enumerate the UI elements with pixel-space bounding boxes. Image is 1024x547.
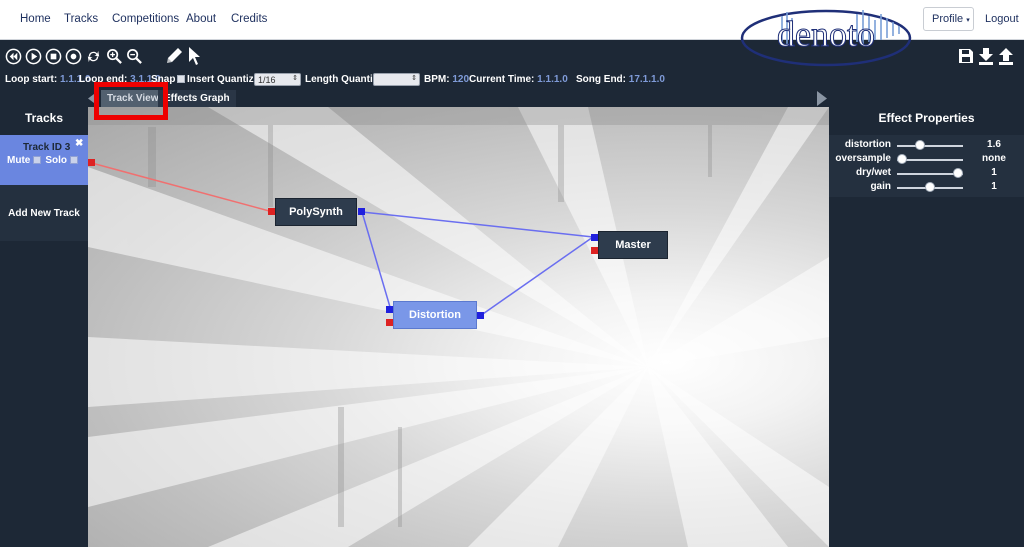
bpm-readout: BPM: 120 bbox=[424, 74, 469, 85]
param-value: none bbox=[982, 153, 1006, 164]
solo-checkbox[interactable] bbox=[70, 156, 79, 164]
insert-quantize-label: Insert Quantize: bbox=[187, 74, 263, 85]
polysynth-output-port[interactable] bbox=[358, 208, 365, 215]
profile-label: Profile bbox=[932, 13, 964, 25]
track-name: Track ID 3 bbox=[23, 142, 71, 153]
param-slider-knob[interactable] bbox=[925, 182, 935, 192]
master-control-port[interactable] bbox=[591, 247, 598, 254]
mute-label: Mute bbox=[7, 155, 31, 166]
param-value: 1 bbox=[991, 181, 997, 192]
solo-label: Solo bbox=[45, 155, 68, 166]
bpm-label: BPM: bbox=[424, 74, 450, 85]
nav-credits-link[interactable]: Credits bbox=[231, 13, 267, 25]
nav-home-link[interactable]: Home bbox=[20, 13, 51, 25]
loop-end-label: Loop end: bbox=[79, 74, 128, 85]
download-icon[interactable] bbox=[978, 47, 994, 65]
view-tab-strip: Track View Effects Graph bbox=[88, 90, 829, 107]
effects-graph-canvas[interactable]: PolySynth Distortion Master bbox=[88, 107, 829, 547]
song-end-label: Song End: bbox=[576, 74, 626, 85]
graph-node-master[interactable]: Master bbox=[598, 231, 668, 259]
distortion-control-port[interactable] bbox=[386, 319, 393, 326]
insert-quantize-select[interactable]: 1/16 ⇕ bbox=[254, 73, 301, 86]
caret-down-icon: ▾ bbox=[966, 17, 970, 24]
tracks-panel: Tracks Track ID 3 ✖ Mute Solo Add New Tra… bbox=[0, 107, 88, 547]
param-row-oversample: oversample none bbox=[829, 153, 1024, 167]
loop-icon[interactable] bbox=[85, 48, 102, 65]
play-icon[interactable] bbox=[25, 48, 42, 65]
effect-properties-panel: Effect Properties distortion 1.6 oversam… bbox=[829, 91, 1024, 547]
pencil-icon[interactable] bbox=[164, 46, 184, 66]
param-name: gain bbox=[870, 181, 891, 192]
zoom-out-icon[interactable] bbox=[126, 48, 143, 65]
save-icon[interactable] bbox=[958, 47, 974, 65]
param-name: distortion bbox=[844, 139, 891, 150]
graph-node-polysynth[interactable]: PolySynth bbox=[275, 198, 357, 226]
select-arrows-icon: ⇕ bbox=[411, 75, 417, 82]
tab-track-view[interactable]: Track View bbox=[101, 90, 165, 107]
logout-link[interactable]: Logout bbox=[985, 13, 1019, 25]
param-row-distortion: distortion 1.6 bbox=[829, 139, 1024, 153]
param-row-gain: gain 1 bbox=[829, 181, 1024, 195]
polysynth-input-port[interactable] bbox=[268, 208, 275, 215]
upload-icon[interactable] bbox=[998, 47, 1014, 65]
loop-start-label: Loop start: bbox=[5, 74, 58, 85]
effect-properties-list: distortion 1.6 oversample none dry/wet 1… bbox=[829, 135, 1024, 197]
loop-start-readout: Loop start: 1.1.1.0 bbox=[5, 74, 91, 85]
snap-control: Snap bbox=[151, 74, 186, 85]
tab-scroll-right-icon[interactable] bbox=[817, 91, 827, 106]
nav-tracks-link[interactable]: Tracks bbox=[64, 13, 98, 25]
insert-quantize-value: 1/16 bbox=[258, 75, 276, 85]
tracks-panel-title: Tracks bbox=[24, 111, 64, 125]
song-end-readout: Song End: 17.1.1.0 bbox=[576, 74, 665, 85]
nav-competitions-link[interactable]: Competitions bbox=[112, 13, 179, 25]
close-icon[interactable]: ✖ bbox=[75, 138, 83, 149]
add-new-track-button[interactable]: Add New Track bbox=[0, 185, 88, 241]
pointer-icon[interactable] bbox=[187, 46, 201, 66]
tab-effects-graph[interactable]: Effects Graph bbox=[158, 90, 236, 107]
track-item[interactable]: Track ID 3 ✖ Mute Solo bbox=[0, 135, 88, 185]
track-mute-solo: Mute Solo bbox=[7, 155, 82, 166]
tab-scroll-left-icon[interactable] bbox=[88, 91, 98, 106]
param-slider-knob[interactable] bbox=[897, 154, 907, 164]
current-time-value: 1.1.1.0 bbox=[537, 74, 568, 85]
select-arrows-icon: ⇕ bbox=[292, 75, 298, 82]
logo-text: denoto bbox=[777, 14, 875, 54]
stop-icon[interactable] bbox=[45, 48, 62, 65]
param-name: dry/wet bbox=[855, 167, 891, 178]
track-output-port[interactable] bbox=[88, 159, 95, 166]
param-slider-knob[interactable] bbox=[915, 140, 926, 150]
distortion-input-port[interactable] bbox=[386, 306, 393, 313]
zoom-in-icon[interactable] bbox=[106, 48, 123, 65]
graph-node-distortion[interactable]: Distortion bbox=[393, 301, 477, 329]
profile-dropdown-button[interactable]: Profile ▾ bbox=[923, 7, 974, 31]
param-value: 1.6 bbox=[987, 139, 1001, 150]
effect-properties-title: Effect Properties bbox=[878, 111, 975, 125]
mute-checkbox[interactable] bbox=[33, 156, 42, 164]
snap-checkbox[interactable] bbox=[177, 75, 186, 83]
current-time-readout: Current Time: 1.1.1.0 bbox=[469, 74, 568, 85]
transport-status-row: Loop start: 1.1.1.0 Loop end: 3.1.1.0 Sn… bbox=[0, 73, 760, 88]
param-value: 1 bbox=[991, 167, 997, 178]
song-end-value[interactable]: 17.1.1.0 bbox=[629, 74, 665, 85]
rewind-icon[interactable] bbox=[5, 48, 22, 65]
snap-label: Snap bbox=[151, 74, 176, 85]
distortion-output-port[interactable] bbox=[477, 312, 484, 319]
param-row-dry-wet: dry/wet 1 bbox=[829, 167, 1024, 181]
param-name: oversample bbox=[835, 153, 891, 164]
loop-end-readout: Loop end: 3.1.1.0 bbox=[79, 74, 161, 85]
record-icon[interactable] bbox=[65, 48, 82, 65]
bpm-value[interactable]: 120 bbox=[452, 74, 469, 85]
denoto-logo[interactable]: denoto bbox=[736, 2, 916, 70]
master-input-port[interactable] bbox=[591, 234, 598, 241]
current-time-label: Current Time: bbox=[469, 74, 535, 85]
param-slider-knob[interactable] bbox=[953, 168, 963, 178]
param-slider-track[interactable] bbox=[897, 145, 963, 147]
nav-about-link[interactable]: About bbox=[186, 13, 216, 25]
length-quantize-select[interactable]: ⇕ bbox=[373, 73, 420, 86]
